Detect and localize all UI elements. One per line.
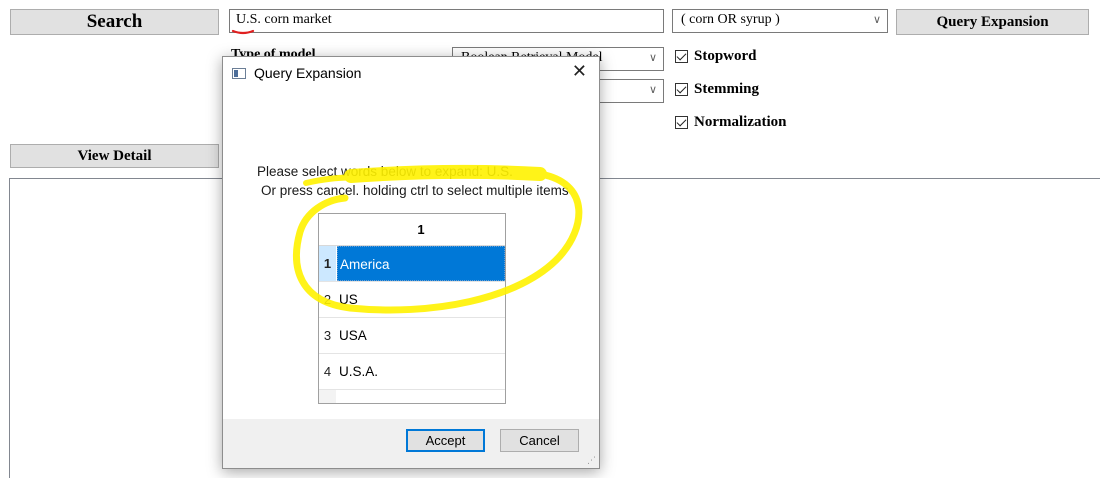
table-row-u-s-a[interactable]: 4 U.S.A. — [319, 354, 505, 390]
row-number: 1 — [319, 246, 336, 281]
view-detail-button[interactable]: View Detail — [10, 144, 219, 168]
column-header: 1 — [417, 222, 425, 237]
window-icon — [232, 68, 246, 79]
expansion-combo[interactable]: ( corn OR syrup ) ∨ — [672, 9, 888, 33]
row-label: U.S.A. — [339, 364, 379, 379]
expansion-combo-value: ( corn OR syrup ) — [681, 12, 780, 27]
table-row-america[interactable]: 1 America — [319, 246, 505, 282]
query-input-text: U.S. corn market — [236, 12, 332, 27]
query-input[interactable]: U.S. corn market — [229, 9, 664, 33]
row-number: 4 — [323, 364, 332, 379]
expansion-table[interactable]: 1 1 America 2 US 3 USA 4 U.S.A. — [318, 213, 506, 404]
stopword-label: Stopword — [694, 48, 757, 64]
resize-grip-icon[interactable]: ⋰ — [587, 456, 596, 466]
table-header: 1 — [319, 214, 505, 246]
spelling-underline — [231, 29, 255, 35]
cancel-button[interactable]: Cancel — [500, 429, 579, 452]
dialog-footer: Accept Cancel ⋰ — [223, 419, 599, 468]
close-icon[interactable]: ✕ — [572, 61, 587, 82]
checkbox-checked-icon — [675, 116, 688, 129]
checkbox-checked-icon — [675, 50, 688, 63]
row-label: USA — [339, 328, 367, 343]
query-expansion-button[interactable]: Query Expansion — [896, 9, 1089, 35]
stemming-label: Stemming — [694, 81, 759, 97]
row-number: 2 — [323, 292, 332, 307]
chevron-down-icon: ∨ — [648, 83, 657, 96]
dialog-title: Query Expansion — [254, 65, 362, 81]
dialog-message-line2: Or press cancel. holding ctrl to select … — [261, 183, 569, 198]
dialog-message-line1: Please select words below to expand: U.S… — [257, 164, 513, 179]
search-button[interactable]: Search — [10, 9, 219, 35]
row-label: America — [337, 246, 505, 281]
chevron-down-icon: ∨ — [872, 13, 881, 26]
query-expansion-dialog: Query Expansion ✕ Please select words be… — [222, 56, 600, 469]
stemming-checkbox[interactable]: Stemming — [675, 81, 759, 98]
normalization-label: Normalization — [694, 114, 787, 130]
normalization-checkbox[interactable]: Normalization — [675, 114, 786, 131]
table-row-us[interactable]: 2 US — [319, 282, 505, 318]
row-label: US — [339, 292, 358, 307]
row-number: 3 — [323, 328, 332, 343]
chevron-down-icon: ∨ — [648, 51, 657, 64]
checkbox-checked-icon — [675, 83, 688, 96]
row-header-strip — [319, 390, 336, 403]
accept-button[interactable]: Accept — [406, 429, 485, 452]
table-row-usa[interactable]: 3 USA — [319, 318, 505, 354]
stopword-checkbox[interactable]: Stopword — [675, 48, 757, 65]
